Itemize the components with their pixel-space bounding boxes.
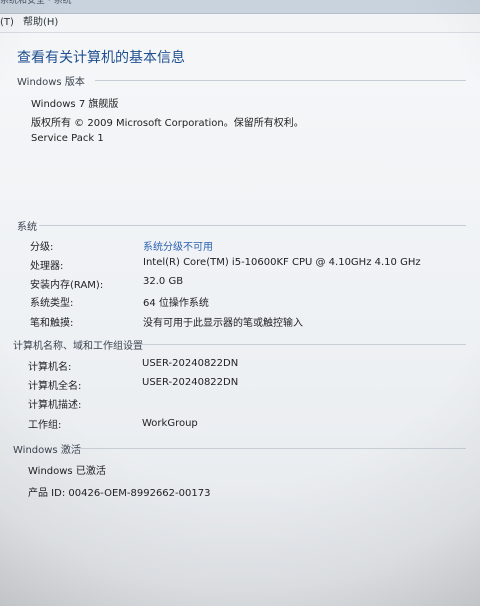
section-divider-windows-edition [95, 80, 466, 81]
processor-value: Intel(R) Core(TM) i5-10600KF CPU @ 4.10G… [143, 257, 421, 268]
ram-label: 安装内存(RAM): [30, 280, 104, 291]
activation-section-header: Windows 激活 [13, 445, 81, 456]
computer-name-label: 计算机名: [28, 362, 72, 373]
section-divider-activation [75, 448, 466, 449]
rating-value-link[interactable]: 系统分级不可用 [143, 238, 213, 253]
computer-description-label: 计算机描述: [28, 400, 82, 411]
system-properties-window: 系统和安全 · 系统 (T) 帮助(H) 查看有关计算机的基本信息 Window… [0, 0, 480, 606]
windows-edition-value: Windows 7 旗舰版 [31, 99, 119, 110]
window-titlebar: 系统和安全 · 系统 [0, 0, 480, 14]
full-computer-name-value: USER-20240822DN [142, 377, 239, 388]
service-pack-text: Service Pack 1 [31, 133, 104, 144]
full-computer-name-label: 计算机全名: [28, 381, 82, 392]
system-type-value: 64 位操作系统 [143, 298, 209, 309]
section-divider-computer-name [133, 344, 466, 345]
pen-touch-label: 笔和触摸: [30, 318, 74, 329]
page-title: 查看有关计算机的基本信息 [17, 50, 185, 66]
computer-name-value: USER-20240822DN [142, 358, 239, 369]
section-divider-system [39, 225, 466, 226]
windows-edition-header: Windows 版本 [17, 77, 85, 88]
menu-item-help[interactable]: 帮助(H) [23, 14, 58, 32]
copyright-text: 版权所有 © 2009 Microsoft Corporation。保留所有权利… [31, 118, 304, 129]
system-type-label: 系统类型: [30, 298, 74, 309]
menu-bar: (T) 帮助(H) [0, 14, 480, 33]
pen-touch-value: 没有可用于此显示器的笔或触控输入 [143, 318, 303, 329]
ram-value: 32.0 GB [143, 276, 184, 287]
computer-name-section-header: 计算机名称、域和工作组设置 [13, 341, 143, 352]
main-content: 查看有关计算机的基本信息 Windows 版本 Windows 7 旗舰版 版权… [0, 33, 480, 606]
workgroup-label: 工作组: [28, 420, 62, 431]
processor-label: 处理器: [30, 261, 64, 272]
system-section-header: 系统 [17, 222, 37, 233]
rating-label: 分级: [30, 242, 54, 253]
product-id: 产品 ID: 00426-OEM-8992662-00173 [28, 488, 211, 499]
window-title-fragment: 系统和安全 · 系统 [0, 0, 72, 6]
activation-status: Windows 已激活 [28, 466, 106, 477]
workgroup-value: WorkGroup [142, 418, 198, 429]
menu-item-left-fragment[interactable]: (T) [0, 14, 14, 32]
